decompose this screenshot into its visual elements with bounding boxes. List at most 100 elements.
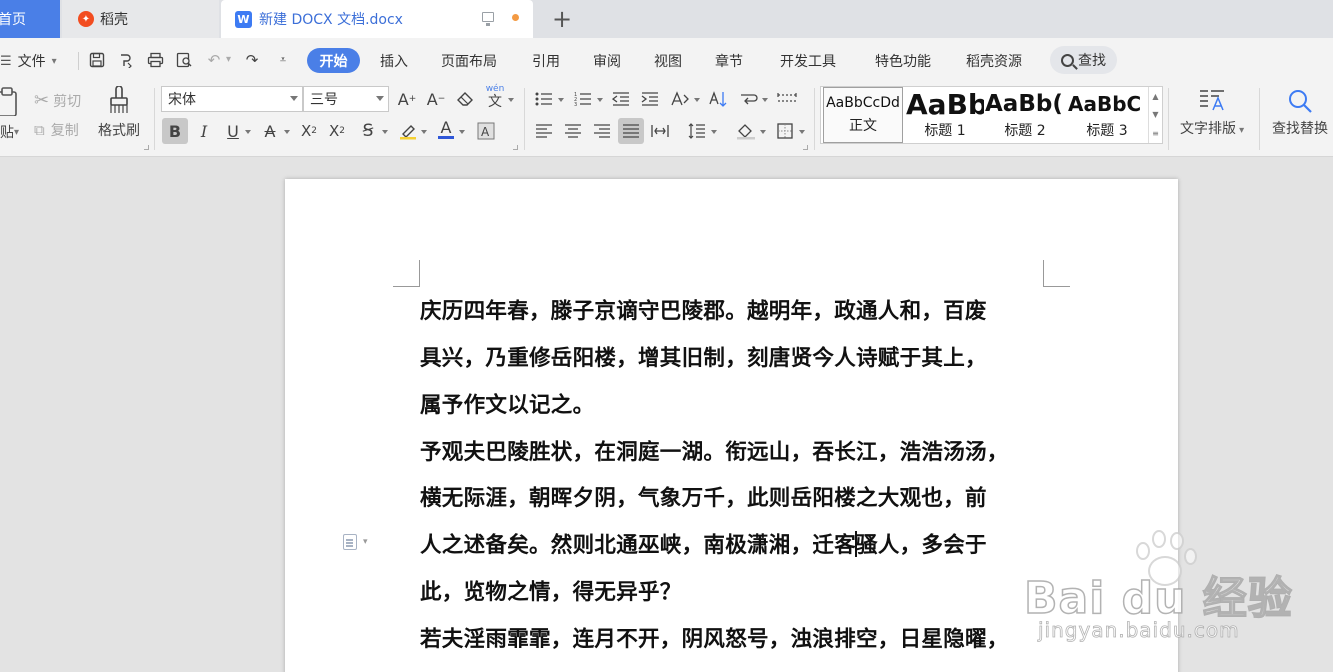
style-heading-3[interactable]: AaBbC 标题 3: [1067, 87, 1147, 143]
text-line[interactable]: 庆历四年春，滕子京谪守巴陵郡。越明年，政通人和，百废: [420, 294, 987, 325]
style-heading-1[interactable]: AaBb 标题 1: [905, 87, 985, 143]
shading-icon[interactable]: [735, 120, 757, 142]
clear-format-icon[interactable]: [455, 88, 477, 110]
shrink-font-icon[interactable]: A −: [425, 88, 447, 110]
text-line[interactable]: 横无际涯，朝晖夕阴，气象万千，此则岳阳楼之大观也，前: [420, 481, 987, 512]
decrease-indent-icon[interactable]: [610, 88, 632, 110]
text-line[interactable]: 具兴，乃重修岳阳楼，增其旧制，刻唐贤今人诗赋于其上，: [420, 341, 987, 372]
monitor-icon[interactable]: [482, 12, 494, 26]
new-tab-button[interactable]: +: [548, 0, 576, 38]
text-line[interactable]: 予观夫巴陵胜状，在洞庭一湖。衔远山，吞长江，浩浩汤汤，: [420, 435, 1009, 466]
tab-view[interactable]: 视图: [654, 51, 682, 71]
tab-home[interactable]: 首页: [0, 0, 60, 38]
undo-icon[interactable]: ↶: [203, 49, 225, 71]
chevron-down-icon[interactable]: [694, 98, 700, 102]
subscript-icon[interactable]: X2: [326, 120, 348, 142]
font-size-select[interactable]: 三号: [303, 86, 389, 112]
tab-review[interactable]: 审阅: [593, 51, 621, 71]
text-effect-icon[interactable]: Ꞩ: [357, 120, 379, 142]
text-line[interactable]: 若夫淫雨霏霏，连月不开，阴风怒号，浊浪排空，日星隐曜，: [420, 622, 1009, 653]
chevron-down-icon[interactable]: [760, 130, 766, 134]
chevron-down-icon[interactable]: [421, 130, 427, 134]
paste-dropdown[interactable]: 贴 ▾: [0, 122, 19, 142]
tab-document[interactable]: W 新建 DOCX 文档.docx: [221, 0, 533, 38]
text-line[interactable]: 此，览物之情，得无异乎？: [420, 575, 682, 606]
undo-dropdown-icon[interactable]: ▾: [226, 54, 231, 65]
font-color-icon[interactable]: A: [435, 118, 457, 140]
sort-icon[interactable]: [707, 88, 729, 110]
chevron-down-icon[interactable]: [762, 98, 768, 102]
tab-insert[interactable]: 插入: [380, 51, 408, 71]
show-marks-icon[interactable]: [776, 88, 798, 110]
distributed-align-icon[interactable]: [649, 120, 671, 142]
paste-button[interactable]: [0, 86, 20, 116]
highlight-icon[interactable]: [397, 120, 419, 142]
tab-special-features[interactable]: 特色功能: [875, 51, 931, 71]
chevron-down-icon[interactable]: [799, 130, 805, 134]
divider: [814, 88, 815, 150]
cut-button[interactable]: ✂ 剪切: [34, 90, 81, 111]
font-name-select[interactable]: 宋体: [161, 86, 303, 112]
tab-chapter[interactable]: 章节: [715, 51, 743, 71]
pinyin-guide-icon[interactable]: wén 文: [484, 84, 506, 110]
chevron-down-icon[interactable]: [284, 130, 290, 134]
scroll-down-icon[interactable]: ▼: [1152, 110, 1158, 119]
chevron-down-icon[interactable]: [558, 98, 564, 102]
copy-button[interactable]: ⧉ 复制: [34, 120, 79, 140]
chevron-down-icon[interactable]: [508, 98, 514, 102]
text-line-with-caret[interactable]: 人之述备矣。然则北通巫峡，南极潇湘，迁客骚人，多会于: [420, 528, 987, 559]
save-icon[interactable]: [86, 49, 108, 71]
style-normal[interactable]: AaBbCcDd 正文: [823, 87, 903, 143]
align-left-icon[interactable]: [533, 120, 555, 142]
format-painter-button[interactable]: 格式刷: [98, 86, 140, 140]
chevron-down-icon[interactable]: [597, 98, 603, 102]
group-launcher-icon[interactable]: [144, 145, 149, 150]
print-icon[interactable]: [144, 49, 166, 71]
style-sample: AaBbC: [1068, 92, 1142, 116]
tab-daoke[interactable]: ✦ 稻壳: [62, 0, 219, 38]
chevron-down-icon[interactable]: [245, 130, 251, 134]
redo-icon[interactable]: ↷: [241, 49, 263, 71]
grow-font-icon[interactable]: A +: [396, 88, 418, 110]
group-launcher-icon[interactable]: [803, 145, 808, 150]
borders-icon[interactable]: [774, 120, 796, 142]
tab-daoke-resources[interactable]: 稻壳资源: [966, 51, 1022, 71]
tab-start[interactable]: 开始: [307, 48, 360, 73]
gallery-scroll[interactable]: ▲ ▼ ≡: [1148, 87, 1162, 143]
find-button[interactable]: 查找: [1050, 46, 1117, 74]
tab-page-layout[interactable]: 页面布局: [441, 51, 497, 71]
line-break-icon[interactable]: [738, 88, 760, 110]
align-right-icon[interactable]: [591, 120, 613, 142]
strikethrough-icon[interactable]: A: [259, 120, 281, 142]
increase-indent-icon[interactable]: [639, 88, 661, 110]
justify-icon[interactable]: [618, 118, 644, 144]
customize-quickbar-icon[interactable]: ⩡: [272, 49, 294, 71]
chevron-down-icon[interactable]: [382, 130, 388, 134]
group-launcher-icon[interactable]: [513, 145, 518, 150]
gallery-expand-icon[interactable]: ≡: [1152, 129, 1159, 138]
bullet-list-icon[interactable]: [533, 88, 555, 110]
line-spacing-icon[interactable]: [686, 120, 708, 142]
numbered-list-icon[interactable]: 123: [572, 88, 594, 110]
chevron-down-icon[interactable]: [711, 130, 717, 134]
print-preview-icon[interactable]: [173, 49, 195, 71]
underline-icon[interactable]: U: [222, 120, 244, 142]
find-replace-button[interactable]: 查找替换: [1272, 88, 1328, 138]
scroll-up-icon[interactable]: ▲: [1152, 92, 1158, 101]
style-heading-2[interactable]: AaBb( 标题 2: [985, 87, 1065, 143]
text-line[interactable]: 属予作文以记之。: [420, 388, 594, 419]
superscript-icon[interactable]: X2: [298, 120, 320, 142]
chevron-down-icon[interactable]: [459, 130, 465, 134]
align-center-icon[interactable]: [562, 120, 584, 142]
tab-developer[interactable]: 开发工具: [780, 51, 836, 71]
text-layout-button[interactable]: 文字排版 ▾: [1180, 88, 1244, 138]
file-menu[interactable]: ☰ 文件 ▾: [0, 51, 57, 71]
text-direction-icon[interactable]: [669, 88, 691, 110]
char-shading-icon[interactable]: A: [475, 120, 497, 142]
export-icon[interactable]: [115, 49, 137, 71]
bold-icon[interactable]: B: [162, 118, 188, 144]
search-icon: [1289, 90, 1312, 113]
paragraph-handle[interactable]: ▾: [343, 534, 368, 550]
tab-references[interactable]: 引用: [532, 51, 560, 71]
italic-icon[interactable]: I: [193, 120, 215, 142]
